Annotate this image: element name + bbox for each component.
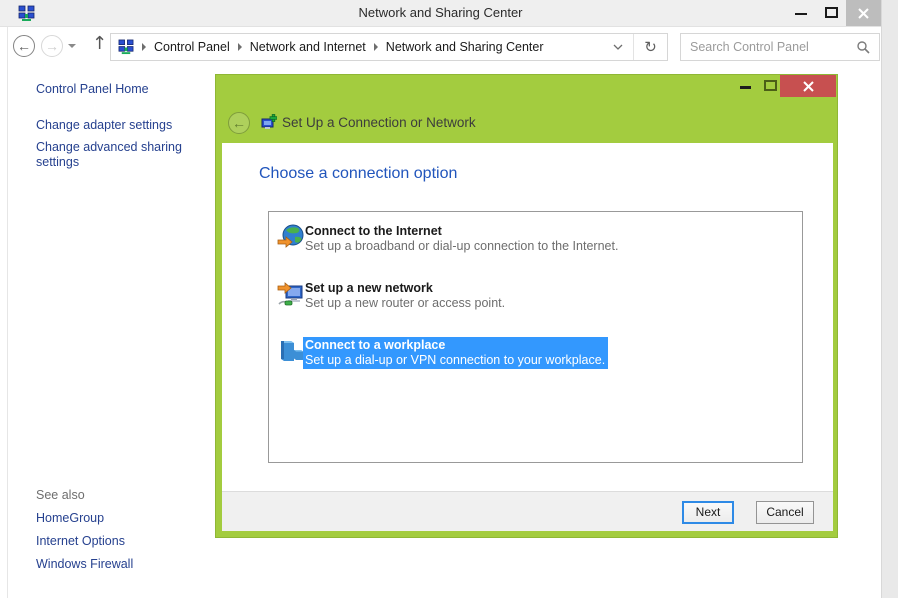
option-set-up-new-network[interactable]: Set up a new network Set up a new router…: [269, 277, 802, 326]
window-frame-right: [881, 0, 898, 598]
option-description: Set up a broadband or dial-up connection…: [305, 239, 618, 253]
refresh-button[interactable]: ↻: [633, 34, 667, 60]
network-and-sharing-center-window: Network and Sharing Center ← → ↑ Control…: [0, 0, 898, 598]
breadcrumb-network-and-internet[interactable]: Network and Internet: [250, 40, 366, 54]
dialog-minimize-button[interactable]: [740, 86, 751, 89]
dialog-close-button[interactable]: [780, 75, 836, 97]
maximize-button[interactable]: [816, 0, 846, 26]
dialog-footer: Next Cancel: [222, 491, 833, 531]
dialog-back-button[interactable]: ←: [228, 112, 250, 134]
minimize-button[interactable]: [786, 0, 816, 26]
option-description: Set up a dial-up or VPN connection to yo…: [305, 353, 605, 367]
sidebar-item-control-panel-home[interactable]: Control Panel Home: [36, 82, 149, 96]
breadcrumb-network-and-sharing-center[interactable]: Network and Sharing Center: [386, 40, 544, 54]
see-also-header: See also: [36, 488, 85, 502]
internet-globe-icon: [277, 223, 305, 251]
window-title: Network and Sharing Center: [0, 0, 881, 26]
breadcrumb-chevron-icon[interactable]: [374, 43, 378, 51]
recent-pages-dropdown-icon[interactable]: [68, 44, 76, 48]
sidebar-item-internet-options[interactable]: Internet Options: [36, 534, 125, 548]
option-title: Connect to a workplace: [305, 338, 605, 352]
option-connect-to-internet[interactable]: Connect to the Internet Set up a broadba…: [269, 220, 802, 269]
dialog-content: Choose a connection option Connect to th…: [222, 143, 833, 491]
up-button[interactable]: ↑: [92, 33, 107, 54]
option-connect-to-workplace[interactable]: Connect to a workplace Set up a dial-up …: [269, 334, 802, 383]
sidebar-item-change-adapter-settings[interactable]: Change adapter settings: [36, 118, 172, 132]
dialog-title: Set Up a Connection or Network: [282, 115, 476, 130]
forward-icon: →: [45, 38, 59, 54]
next-button[interactable]: Next: [682, 501, 734, 524]
titlebar: Network and Sharing Center: [0, 0, 881, 27]
breadcrumb-chevron-icon[interactable]: [142, 43, 146, 51]
breadcrumb-control-panel[interactable]: Control Panel: [154, 40, 230, 54]
back-icon: ←: [17, 38, 31, 54]
setup-connection-wizard: ← Set Up a Connection or Network Choose …: [215, 74, 838, 538]
control-panel-location-icon: [118, 39, 134, 55]
address-bar[interactable]: Control Panel Network and Internet Netwo…: [110, 33, 668, 61]
workplace-buildings-icon: [277, 337, 305, 365]
cancel-button[interactable]: Cancel: [756, 501, 814, 524]
option-title: Set up a new network: [305, 281, 505, 295]
new-network-icon: [277, 280, 305, 308]
setup-network-icon: [260, 114, 277, 131]
search-box: [680, 33, 880, 61]
sidebar-item-windows-firewall[interactable]: Windows Firewall: [36, 557, 133, 571]
back-button[interactable]: ←: [13, 35, 35, 57]
close-icon: [803, 81, 814, 92]
up-icon: ↑: [92, 33, 107, 54]
search-icon[interactable]: [857, 41, 870, 54]
refresh-icon: ↻: [644, 38, 657, 56]
sidebar-item-change-advanced-sharing[interactable]: Change advanced sharing settings: [36, 140, 188, 170]
option-title: Connect to the Internet: [305, 224, 618, 238]
dialog-maximize-button[interactable]: [764, 80, 777, 91]
connection-options-list: Connect to the Internet Set up a broadba…: [268, 211, 803, 463]
sidebar-item-homegroup[interactable]: HomeGroup: [36, 511, 104, 525]
search-input[interactable]: [690, 35, 850, 59]
close-button[interactable]: [846, 0, 881, 26]
back-icon: ←: [232, 115, 246, 131]
breadcrumb-chevron-icon[interactable]: [238, 43, 242, 51]
close-icon: [858, 8, 869, 19]
window-frame-left: [7, 27, 8, 598]
dialog-heading: Choose a connection option: [259, 165, 457, 183]
option-description: Set up a new router or access point.: [305, 296, 505, 310]
forward-button[interactable]: →: [41, 35, 63, 57]
address-dropdown-icon[interactable]: [613, 44, 623, 50]
